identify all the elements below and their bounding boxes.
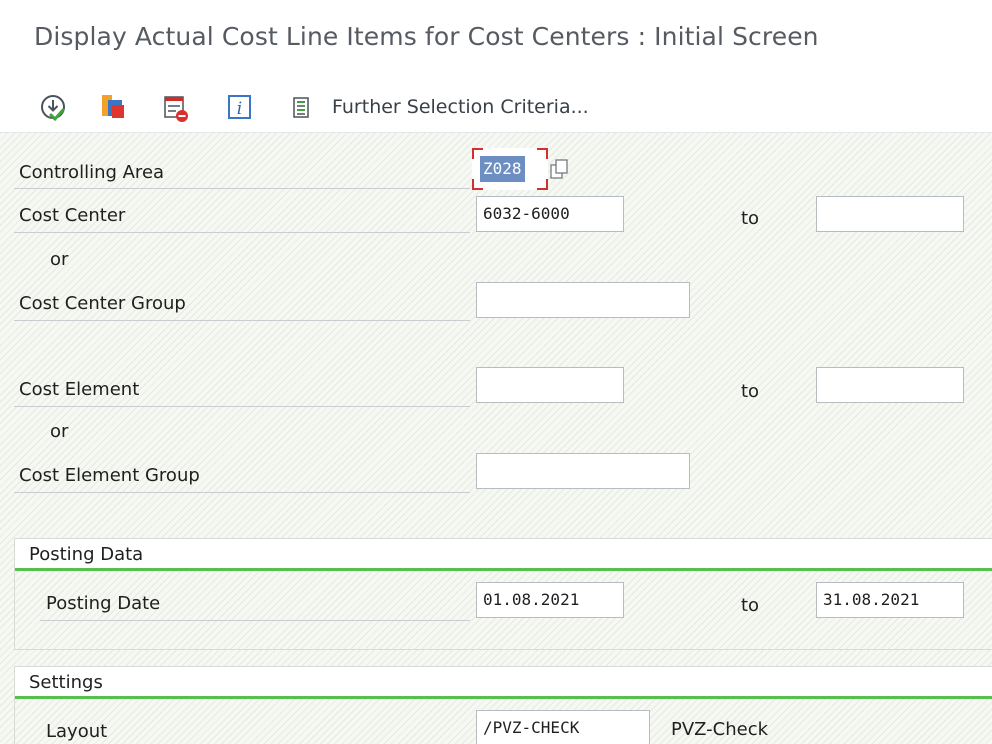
label-divider [14,188,470,189]
or-separator: or [50,421,69,442]
focus-corner [537,148,548,159]
cost-element-label: Cost Element [19,379,140,400]
focus-corner [537,179,548,190]
controlling-area-label: Controlling Area [19,162,165,183]
layout-label: Layout [46,721,108,742]
cost-element-from-input[interactable] [476,367,624,403]
execute-icon[interactable] [36,90,70,124]
posting-date-from-input[interactable]: 01.08.2021 [476,582,624,618]
posting-date-to-input[interactable]: 31.08.2021 [816,582,964,618]
settings-title: Settings [29,672,103,693]
posting-date-label: Posting Date [46,593,161,614]
svg-text:i: i [237,99,242,119]
to-label: to [741,381,760,402]
information-icon[interactable]: i [222,90,256,124]
cost-center-to-input[interactable] [816,196,964,232]
cost-center-group-label: Cost Center Group [19,293,186,314]
to-label: to [741,595,760,616]
cost-center-group-input[interactable] [476,282,690,318]
controlling-area-value[interactable]: Z028 [480,156,525,182]
cost-center-from-input[interactable]: 6032-6000 [476,196,624,232]
posting-data-header: Posting Data [15,539,992,571]
label-divider [14,320,470,321]
cost-element-to-input[interactable] [816,367,964,403]
get-variant-icon[interactable] [96,90,130,124]
layout-description: PVZ-Check [671,719,769,740]
layout-input[interactable]: /PVZ-CHECK [476,710,650,744]
settings-header: Settings [15,667,992,699]
cost-element-group-label: Cost Element Group [19,465,200,486]
delete-selection-icon[interactable] [158,90,192,124]
value-help-icon[interactable] [549,157,571,181]
further-selection-icon[interactable] [288,90,318,124]
label-divider [14,492,470,493]
label-divider [14,406,470,407]
cost-element-group-input[interactable] [476,453,690,489]
posting-data-title: Posting Data [29,544,144,565]
label-divider [40,620,470,621]
title-bar: Display Actual Cost Line Items for Cost … [0,0,992,84]
cost-center-label: Cost Center [19,205,126,226]
further-selection-criteria-button[interactable]: Further Selection Criteria... [332,96,589,118]
to-label: to [741,208,760,229]
label-divider [14,232,470,233]
or-separator: or [50,249,69,270]
controlling-area-field[interactable]: Z028 [472,148,548,190]
page-title: Display Actual Cost Line Items for Cost … [34,22,819,51]
application-toolbar: i Further Selection Criteria... [0,84,992,133]
